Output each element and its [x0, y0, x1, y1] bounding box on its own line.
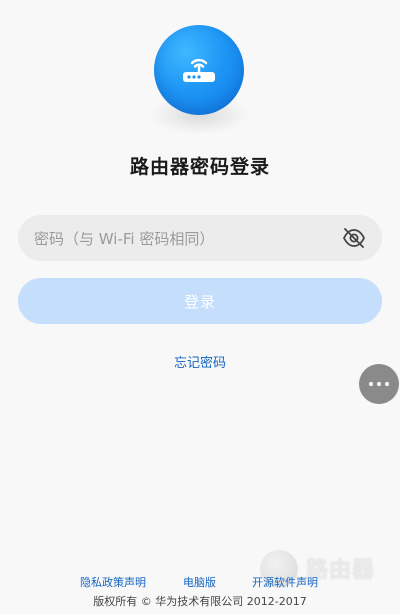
privacy-policy-link[interactable]: 隐私政策声明 — [80, 574, 146, 590]
open-source-notice-link[interactable]: 开源软件声明 — [252, 574, 318, 590]
logo-circle — [154, 25, 244, 115]
router-icon — [183, 58, 215, 82]
router-logo — [148, 25, 250, 135]
more-icon-dot — [385, 382, 389, 386]
more-icon-dot — [377, 382, 381, 386]
password-field[interactable] — [18, 215, 382, 263]
password-input[interactable] — [32, 215, 336, 263]
floating-more-button[interactable] — [359, 364, 399, 404]
more-icon — [369, 382, 373, 386]
forgot-password-link[interactable]: 忘记密码 — [0, 352, 400, 371]
desktop-version-link[interactable]: 电脑版 — [183, 574, 216, 590]
login-button[interactable]: 登录 — [18, 278, 382, 324]
copyright-text: 版权所有 © 华为技术有限公司 2012-2017 — [93, 595, 307, 608]
page-title: 路由器密码登录 — [129, 156, 270, 178]
footer-links: 隐私政策声明 电脑版 开源软件声明 — [0, 574, 400, 590]
eye-off-icon[interactable] — [342, 227, 366, 249]
